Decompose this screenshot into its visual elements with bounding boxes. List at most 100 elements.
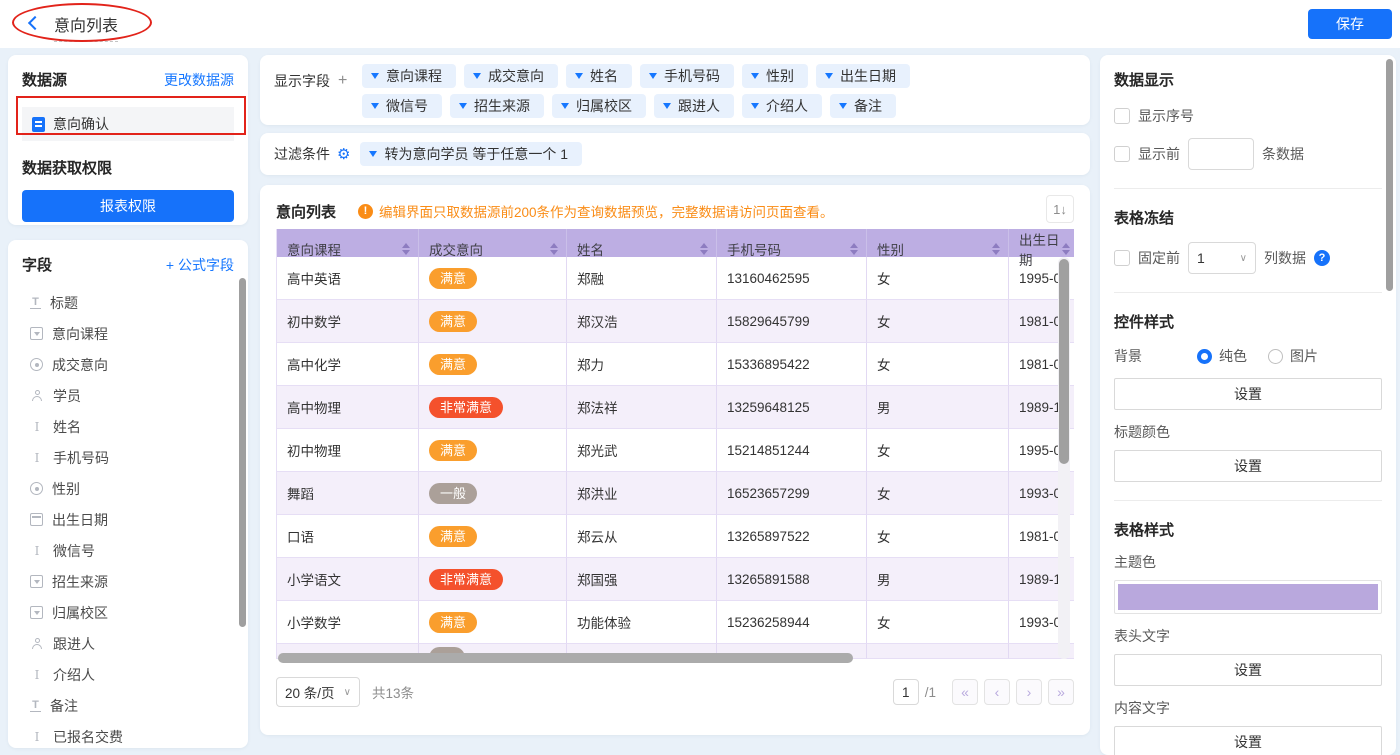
column-header-label: 手机号码: [727, 239, 781, 259]
table-row: 高中英语满意郑融13160462595女1995-01: [277, 257, 1074, 300]
caret-icon: [34, 332, 40, 336]
field-item-label: 已报名交费: [53, 727, 123, 747]
phone-cell: 15829645799: [717, 300, 867, 343]
background-set-button[interactable]: 设置: [1114, 378, 1382, 410]
show-first-checkbox[interactable]: [1114, 146, 1130, 162]
freeze-count-select[interactable]: 1 ∨: [1188, 242, 1256, 274]
table-style-title: 表格样式: [1114, 519, 1382, 540]
course-cell: 口语: [277, 515, 419, 558]
page-size-select[interactable]: 20 条/页 ∨: [276, 677, 360, 707]
calendar-bar-icon: [32, 516, 41, 518]
image-radio[interactable]: [1268, 349, 1283, 364]
field-item[interactable]: I手机号码: [22, 442, 234, 473]
field-item[interactable]: 归属校区: [22, 597, 234, 628]
data-table: 意向课程成交意向姓名手机号码性别出生日期 高中英语满意郑融13160462595…: [276, 229, 1074, 659]
field-item[interactable]: 性别: [22, 473, 234, 504]
title-field-icon: T: [30, 296, 41, 309]
fields-scrollbar[interactable]: [239, 278, 246, 627]
display-field-chip[interactable]: 招生来源: [450, 94, 544, 118]
first-page-button[interactable]: «: [952, 679, 978, 705]
field-item[interactable]: 出生日期: [22, 504, 234, 535]
field-item[interactable]: 招生来源: [22, 566, 234, 597]
save-button[interactable]: 保存: [1308, 9, 1392, 39]
display-field-chip[interactable]: 备注: [830, 94, 896, 118]
field-item[interactable]: I姓名: [22, 411, 234, 442]
display-field-chip[interactable]: 介绍人: [742, 94, 822, 118]
data-access-title: 数据获取权限: [22, 157, 234, 178]
settings-scrollbar[interactable]: [1386, 59, 1393, 291]
prev-page-button[interactable]: ‹: [984, 679, 1010, 705]
change-datasource-link[interactable]: 更改数据源: [164, 70, 234, 90]
display-field-chip[interactable]: 手机号码: [640, 64, 734, 88]
filter-condition-chip[interactable]: 转为意向学员 等于任意一个 1: [360, 142, 582, 166]
display-field-chips-row-2: 微信号 招生来源归属校区跟进人 介绍人 备注: [362, 94, 1076, 118]
display-field-chip[interactable]: 意向课程: [362, 64, 456, 88]
solid-color-radio[interactable]: [1197, 349, 1212, 364]
course-cell: 小学语文: [277, 558, 419, 601]
show-first-prefix: 显示前: [1138, 144, 1180, 164]
theme-color-swatch: [1118, 584, 1378, 610]
field-item[interactable]: 学员: [22, 380, 234, 411]
add-formula-field-link[interactable]: + 公式字段: [166, 255, 234, 275]
sort-carets-icon: [700, 243, 708, 255]
sort-order-tool[interactable]: 1↓: [1046, 195, 1074, 223]
field-item[interactable]: I已报名交费: [22, 721, 234, 748]
select-field-icon: [30, 575, 43, 588]
caret-up-icon: [850, 243, 858, 248]
show-first-count-input[interactable]: [1188, 138, 1254, 170]
display-field-chip[interactable]: 出生日期: [816, 64, 910, 88]
field-item-label: 招生来源: [52, 572, 108, 592]
course-cell: 小学数学: [277, 601, 419, 644]
theme-color-picker[interactable]: [1114, 580, 1382, 614]
caret-up-icon: [992, 243, 1000, 248]
display-field-chip[interactable]: 成交意向: [464, 64, 558, 88]
chevron-down-icon: [369, 151, 377, 157]
fields-panel: 字段 + 公式字段 T标题意向课程成交意向学员I姓名I手机号码性别出生日期I微信…: [8, 240, 248, 748]
last-page-button[interactable]: »: [1048, 679, 1074, 705]
intent-badge: 满意: [429, 612, 477, 633]
person-body-icon: [32, 644, 42, 649]
report-permission-button[interactable]: 报表权限: [22, 190, 234, 222]
display-field-chip[interactable]: 跟进人: [654, 94, 734, 118]
display-field-chip[interactable]: 微信号: [362, 94, 442, 118]
table-vertical-scrollbar[interactable]: [1059, 259, 1069, 464]
phone-cell: 13265897522: [717, 515, 867, 558]
field-item[interactable]: 成交意向: [22, 349, 234, 380]
select-field-icon: [30, 606, 43, 619]
header-text-set-button[interactable]: 设置: [1114, 654, 1382, 686]
datasource-item[interactable]: 意向确认: [22, 107, 234, 141]
freeze-suffix: 列数据: [1264, 248, 1306, 268]
intent-badge: 一般: [429, 483, 477, 504]
table-horizontal-scrollbar[interactable]: [278, 653, 853, 663]
gear-icon[interactable]: ⚙: [337, 145, 350, 163]
field-item[interactable]: I微信号: [22, 535, 234, 566]
caret-down-icon: [850, 250, 858, 255]
field-item[interactable]: 意向课程: [22, 318, 234, 349]
display-field-chip[interactable]: 性别: [742, 64, 808, 88]
field-item[interactable]: T标题: [22, 287, 234, 318]
chip-label: 性别: [766, 66, 794, 86]
show-index-checkbox[interactable]: [1114, 108, 1130, 124]
intent-badge: 满意: [429, 440, 477, 461]
name-cell: 郑洪业: [567, 472, 717, 515]
title-color-set-button[interactable]: 设置: [1114, 450, 1382, 482]
dot-icon: [35, 363, 39, 367]
display-field-chip[interactable]: 姓名: [566, 64, 632, 88]
freeze-checkbox[interactable]: [1114, 250, 1130, 266]
field-item[interactable]: I介绍人: [22, 659, 234, 690]
display-field-chip[interactable]: 归属校区: [552, 94, 646, 118]
field-item[interactable]: 跟进人: [22, 628, 234, 659]
title-color-label: 标题颜色: [1114, 422, 1382, 442]
add-display-field-button[interactable]: +: [338, 72, 347, 90]
caret-up-icon: [1062, 243, 1070, 248]
current-page-box[interactable]: 1: [893, 679, 919, 705]
back-button[interactable]: [26, 14, 46, 34]
field-item[interactable]: T备注: [22, 690, 234, 721]
help-icon[interactable]: ?: [1314, 250, 1330, 266]
chip-label: 微信号: [386, 96, 428, 116]
next-page-button[interactable]: ›: [1016, 679, 1042, 705]
chip-label: 介绍人: [766, 96, 808, 116]
chevron-down-icon: [751, 73, 759, 79]
text-field-icon: I: [30, 451, 44, 465]
content-text-set-button[interactable]: 设置: [1114, 726, 1382, 755]
